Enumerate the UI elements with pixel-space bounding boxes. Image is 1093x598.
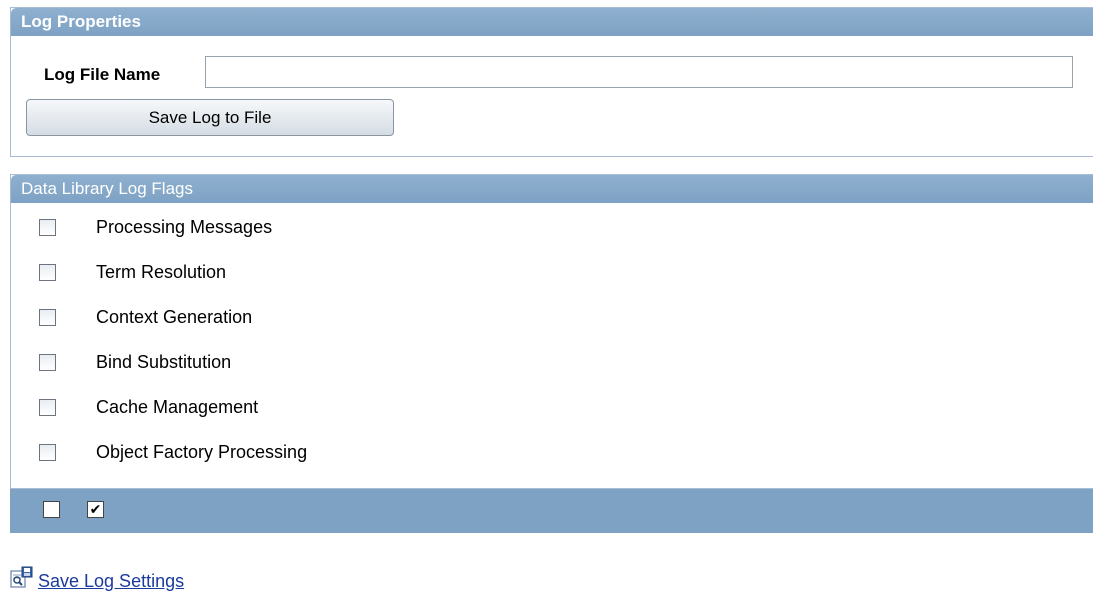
log-properties-panel: Log Properties Log File Name Save Log to…: [10, 7, 1093, 157]
log-file-name-label: Log File Name: [44, 65, 161, 84]
log-file-name-input[interactable]: [205, 56, 1073, 88]
flag-row-cache-management: Cache Management: [11, 386, 1093, 430]
flag-label: Context Generation: [96, 307, 253, 327]
flag-label: Object Factory Processing: [96, 442, 308, 462]
select-all-checkbox[interactable]: ✔: [87, 501, 104, 518]
save-log-settings-link[interactable]: Save Log Settings: [38, 571, 184, 592]
flag-label: Term Resolution: [96, 262, 227, 282]
flag-row-context-generation: Context Generation: [11, 296, 1093, 340]
flag-label: Processing Messages: [96, 217, 273, 237]
flag-checkbox[interactable]: [39, 219, 56, 236]
flag-checkbox[interactable]: [39, 399, 56, 416]
flags-footer-bar: ✔: [10, 489, 1093, 533]
log-flags-header: Data Library Log Flags: [11, 175, 1093, 203]
flag-checkbox[interactable]: [39, 444, 56, 461]
flag-row-term-resolution: Term Resolution: [11, 251, 1093, 295]
clear-all-checkbox[interactable]: [43, 501, 60, 518]
flag-row-processing-messages: Processing Messages: [11, 206, 1093, 250]
flag-checkbox[interactable]: [39, 264, 56, 281]
flag-row-bind-substitution: Bind Substitution: [11, 341, 1093, 385]
flag-row-object-factory-processing: Object Factory Processing: [11, 431, 1093, 475]
flag-label: Cache Management: [96, 397, 259, 417]
save-log-to-file-button[interactable]: Save Log to File: [26, 99, 394, 136]
flag-checkbox[interactable]: [39, 309, 56, 326]
log-properties-header: Log Properties: [11, 8, 1093, 36]
flag-checkbox[interactable]: [39, 354, 56, 371]
save-settings-icon: [10, 566, 34, 588]
flag-label: Bind Substitution: [96, 352, 232, 372]
data-library-log-flags-panel: Data Library Log Flags Processing Messag…: [10, 174, 1093, 489]
